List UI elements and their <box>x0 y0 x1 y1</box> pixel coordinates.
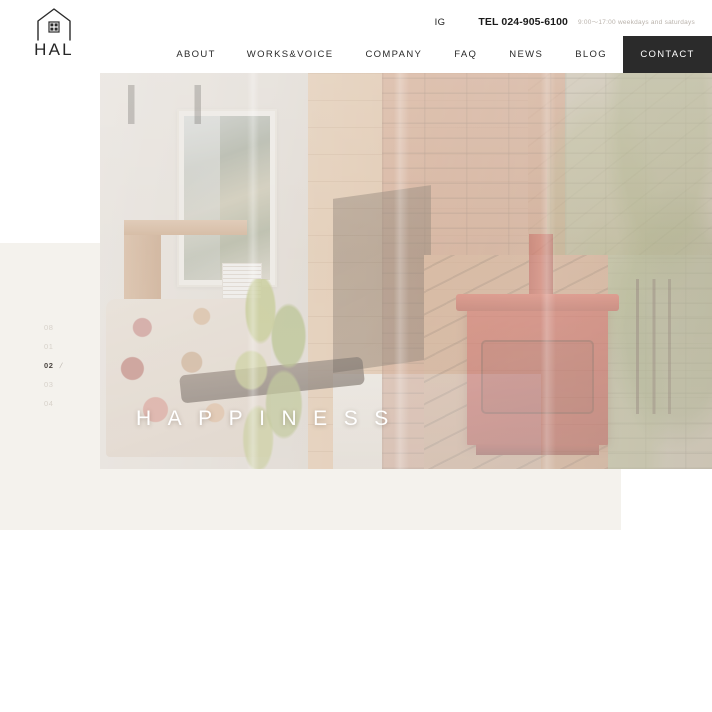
nav-item-about[interactable]: ABOUT <box>162 36 230 73</box>
main-navigation: ABOUT WORKS&VOICE COMPANY FAQ NEWS BLOG … <box>162 36 712 73</box>
nav-item-news[interactable]: NEWS <box>493 36 559 73</box>
nav-item-works-voice[interactable]: WORKS&VOICE <box>231 36 350 73</box>
hero-title-line-1: HAPPINESS <box>136 407 405 430</box>
pager-item-3[interactable]: 03 <box>44 375 62 394</box>
site-header: HAL IG TEL 024-905-6100 9:00〜17:00 weekd… <box>0 0 712 73</box>
hero-slideshow[interactable]: HAPPINESS ARCHITECT LAB <box>100 73 712 469</box>
pager-item-1[interactable]: 01 <box>44 337 62 356</box>
nav-item-blog[interactable]: BLOG <box>559 36 623 73</box>
telephone-link[interactable]: TEL 024-905-6100 <box>478 16 568 28</box>
page-root: HAPPINESS ARCHITECT LAB 08 01 02 / 03 04 <box>0 0 712 712</box>
pager-label-1: 01 <box>44 342 54 351</box>
instagram-link[interactable]: IG <box>435 17 446 28</box>
house-outline-icon <box>37 8 71 41</box>
hero-title: HAPPINESS ARCHITECT LAB <box>136 351 405 469</box>
logo-text: HAL <box>34 40 74 59</box>
pager-item-4[interactable]: 04 <box>44 394 62 413</box>
pager-label-0: 08 <box>44 323 54 332</box>
slideshow-pager[interactable]: 08 01 02 / 03 04 <box>44 318 63 413</box>
pager-label-2: 02 <box>44 361 54 370</box>
pager-item-0[interactable]: 08 <box>44 318 62 337</box>
nav-item-faq[interactable]: FAQ <box>438 36 493 73</box>
header-contact-info: IG TEL 024-905-6100 9:00〜17:00 weekdays … <box>435 16 695 30</box>
pager-label-4: 04 <box>44 399 54 408</box>
contact-button[interactable]: CONTACT <box>623 36 712 73</box>
pager-label-3: 03 <box>44 380 54 389</box>
site-logo[interactable]: HAL <box>27 7 81 59</box>
pager-item-2[interactable]: 02 / <box>44 356 63 375</box>
nav-item-company[interactable]: COMPANY <box>349 36 438 73</box>
business-hours: 9:00〜17:00 weekdays and saturdays <box>577 19 695 26</box>
